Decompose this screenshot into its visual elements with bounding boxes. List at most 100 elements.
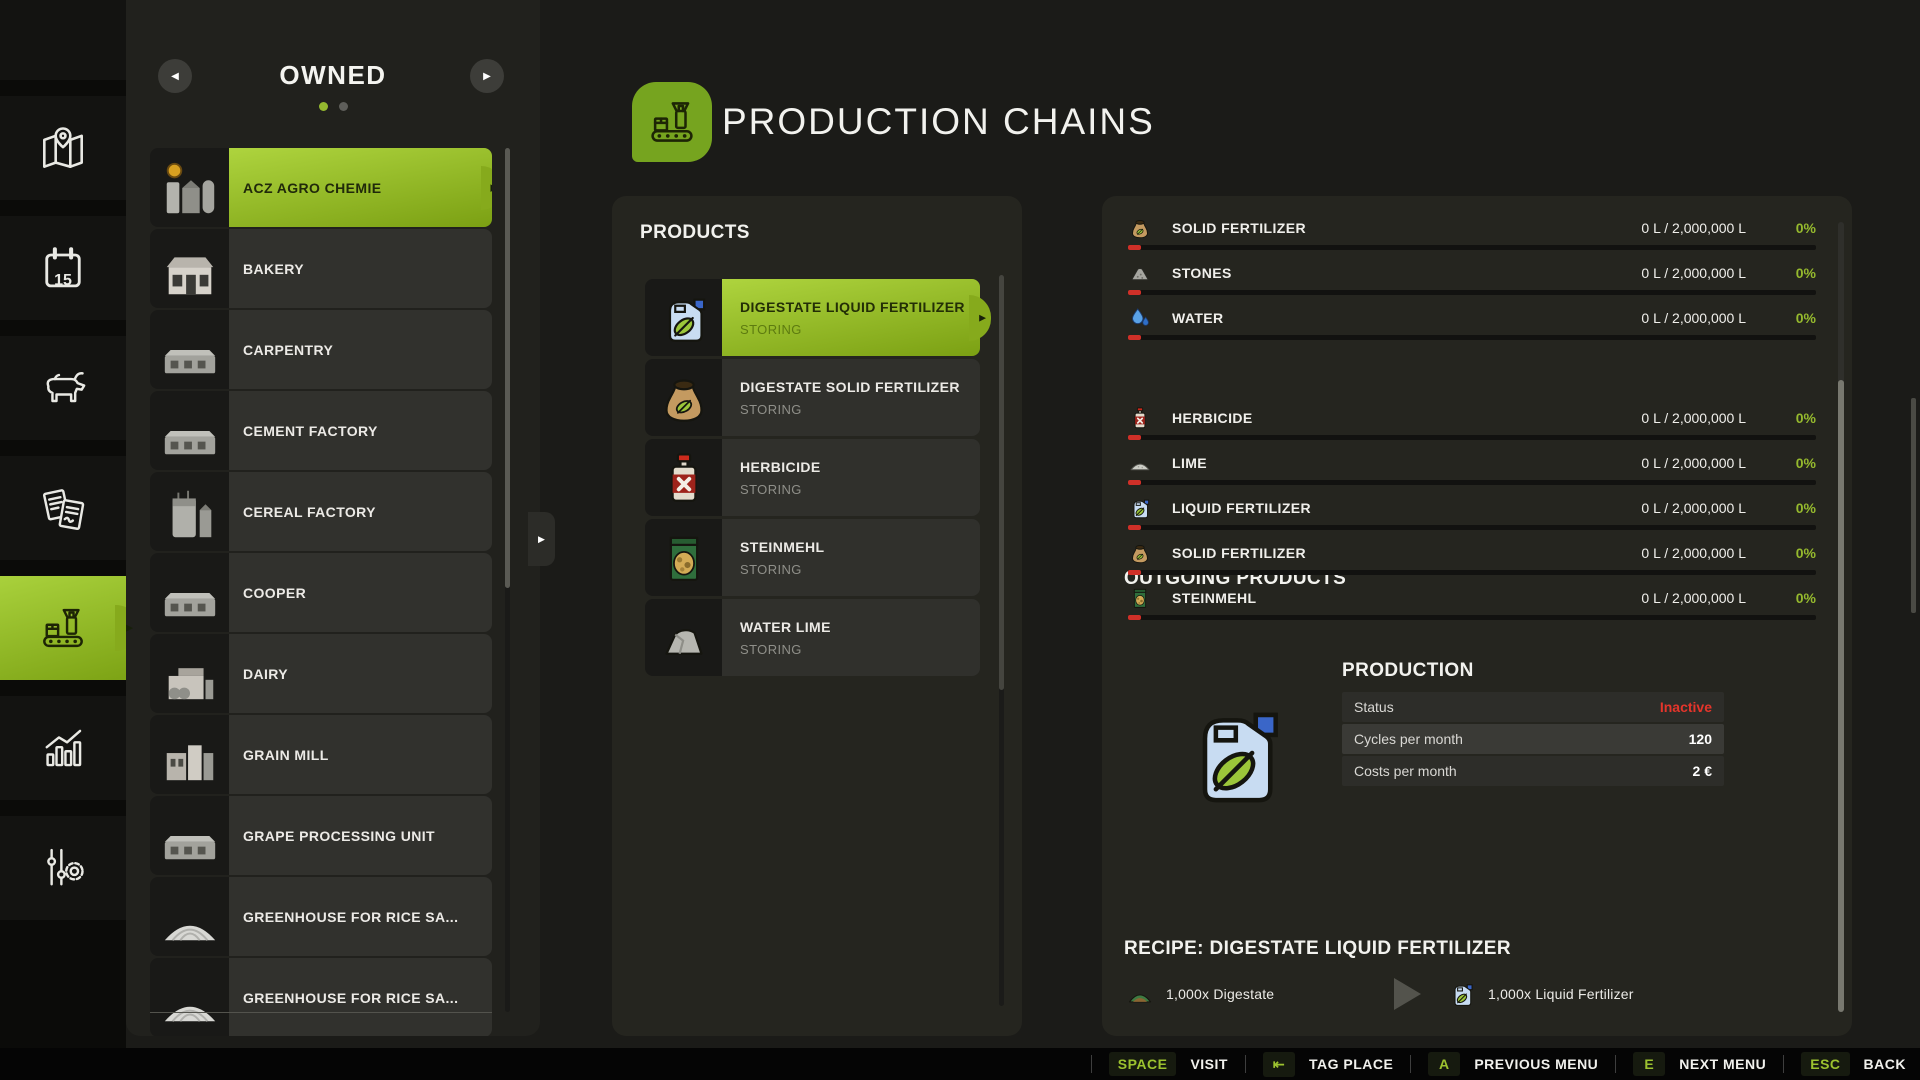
owned-item-label: COOPER [243, 585, 306, 601]
sidebar-item-calendar[interactable]: 15 [0, 216, 126, 320]
factory-detail-panel: SOLID FERTILIZER 0 L / 2,000,000 L 0% ST… [1102, 196, 1852, 1036]
selected-product-large-icon [1176, 678, 1292, 828]
product-name: DIGESTATE SOLID FERTILIZER [740, 379, 980, 395]
recipe-title: RECIPE: DIGESTATE LIQUID FERTILIZER [1124, 938, 1511, 960]
product-list-item[interactable]: DIGESTATE SOLID FERTILIZER STORING [645, 359, 980, 436]
fill-level-row: LIQUID FERTILIZER 0 L / 2,000,000 L 0% [1128, 494, 1816, 539]
factory-thumbnail [150, 877, 229, 956]
page-scrollbar-thumb[interactable] [1911, 398, 1916, 613]
product-list-item[interactable]: HERBICIDE STORING [645, 439, 980, 516]
product-status: STORING [740, 562, 980, 577]
fill-level-bar-fill [1128, 480, 1141, 485]
input-help-action[interactable]: ⇤ TAG PLACE [1228, 1052, 1393, 1077]
owned-list-item[interactable]: BAKERY [150, 229, 492, 308]
sidebar-item-settings[interactable] [0, 816, 126, 920]
product-name: HERBICIDE [740, 459, 980, 475]
info-label: Status [1354, 699, 1394, 715]
fill-type-icon [1128, 406, 1152, 430]
fill-level-value: 0 L / 2,000,000 L [1641, 590, 1746, 606]
sidebar-item-statistics[interactable] [0, 696, 126, 800]
panel-expander-tab[interactable]: ▶ [528, 512, 555, 566]
fill-level-row: SOLID FERTILIZER 0 L / 2,000,000 L 0% [1128, 539, 1816, 584]
owned-list-item[interactable]: GRAPE PROCESSING UNIT [150, 796, 492, 875]
products-scrollbar[interactable] [999, 275, 1004, 1006]
product-thumbnail [645, 279, 722, 356]
fill-level-percent: 0% [1746, 220, 1816, 236]
fill-level-bar [1128, 480, 1816, 485]
fill-level-value: 0 L / 2,000,000 L [1641, 265, 1746, 281]
recipe-input: 1,000x Digestate [1126, 974, 1274, 1014]
input-help-action[interactable]: A PREVIOUS MENU [1393, 1052, 1598, 1076]
info-value: Inactive [1660, 699, 1712, 715]
owned-list-item[interactable]: GRAIN MILL [150, 715, 492, 794]
sidebar-item-production[interactable] [0, 576, 126, 680]
products-scrollbar-thumb[interactable] [999, 275, 1004, 690]
fill-level-value: 0 L / 2,000,000 L [1641, 545, 1746, 561]
owned-list-item[interactable]: GREENHOUSE FOR RICE SA... [150, 958, 492, 1036]
sidebar-item-animals[interactable] [0, 336, 126, 440]
product-list-item[interactable]: DIGESTATE LIQUID FERTILIZER STORING [645, 279, 980, 356]
detail-scrollbar-thumb[interactable] [1838, 380, 1844, 1012]
owned-list-item[interactable]: DAIRY [150, 634, 492, 713]
owned-list-item[interactable]: CEREAL FACTORY [150, 472, 492, 551]
owned-item-label: GREENHOUSE FOR RICE SA... [243, 990, 458, 1006]
product-list-item[interactable]: STEINMEHL STORING [645, 519, 980, 596]
factory-thumbnail [150, 796, 229, 875]
key-badge: ⇤ [1263, 1052, 1295, 1077]
fill-level-value: 0 L / 2,000,000 L [1641, 410, 1746, 426]
owned-scrollbar-thumb[interactable] [505, 148, 510, 588]
input-help-action[interactable]: E NEXT MENU [1598, 1052, 1766, 1076]
fill-type-name: SOLID FERTILIZER [1172, 220, 1641, 236]
product-name: DIGESTATE LIQUID FERTILIZER [740, 299, 980, 315]
info-label: Cycles per month [1354, 731, 1463, 747]
factory-thumbnail [150, 229, 229, 308]
factory-thumbnail [150, 148, 229, 227]
sidebar-item-contracts[interactable] [0, 456, 126, 560]
action-label: TAG PLACE [1309, 1056, 1393, 1072]
product-list-item[interactable]: WATER LIME STORING [645, 599, 980, 676]
fill-level-percent: 0% [1746, 500, 1816, 516]
chevron-right-icon: ▶ [538, 534, 545, 545]
products-panel: PRODUCTS DIGESTATE LIQUID FERTILIZER STO… [612, 196, 1022, 1036]
fill-type-icon [1128, 586, 1152, 610]
fill-type-icon [1128, 496, 1152, 520]
production-icon [645, 95, 699, 149]
owned-list-item[interactable]: ACZ AGRO CHEMIE [150, 148, 492, 227]
fill-level-bar [1128, 615, 1816, 620]
fill-level-percent: 0% [1746, 310, 1816, 326]
page-title: PRODUCTION CHAINS [722, 96, 1155, 148]
owned-list-item[interactable]: COOPER [150, 553, 492, 632]
product-status: STORING [740, 402, 980, 417]
owned-scrollbar[interactable] [505, 148, 510, 1012]
fill-level-row: HERBICIDE 0 L / 2,000,000 L 0% [1128, 404, 1816, 449]
input-help-action[interactable]: ESC BACK [1766, 1052, 1906, 1076]
product-thumbnail [645, 439, 722, 516]
fill-level-value: 0 L / 2,000,000 L [1641, 500, 1746, 516]
input-help-action[interactable]: SPACE VISIT [1074, 1052, 1228, 1076]
sidebar-item-map[interactable] [0, 96, 126, 200]
detail-scrollbar[interactable] [1838, 222, 1844, 1012]
owned-pagination [126, 102, 540, 111]
owned-item-label: GRAIN MILL [243, 747, 329, 763]
owned-list-item[interactable]: CEMENT FACTORY [150, 391, 492, 470]
owned-list-item[interactable]: GREENHOUSE FOR RICE SA... [150, 877, 492, 956]
owned-next-button[interactable]: ▶ [470, 59, 504, 93]
fill-level-bar [1128, 290, 1816, 295]
owned-item-label: CARPENTRY [243, 342, 333, 358]
fill-level-bar [1128, 335, 1816, 340]
sidebar-item-icon [37, 482, 89, 534]
fill-level-row: STEINMEHL 0 L / 2,000,000 L 0% [1128, 584, 1816, 629]
production-info-row: Cycles per month 120 [1342, 724, 1724, 754]
product-status: STORING [740, 322, 980, 337]
product-status: STORING [740, 482, 980, 497]
owned-list-divider [150, 1012, 492, 1013]
owned-list-item[interactable]: CARPENTRY [150, 310, 492, 389]
fill-type-icon [1128, 306, 1152, 330]
product-status: STORING [740, 642, 980, 657]
fill-level-bar [1128, 525, 1816, 530]
recipe-arrow-icon [1394, 978, 1421, 1010]
recipe-row: 1,000x Digestate 1,000x Liquid Fertilize… [1126, 974, 1836, 1014]
info-value: 120 [1689, 731, 1712, 747]
fill-level-row: SOLID FERTILIZER 0 L / 2,000,000 L 0% [1128, 214, 1816, 259]
owned-item-label: GRAPE PROCESSING UNIT [243, 828, 435, 844]
